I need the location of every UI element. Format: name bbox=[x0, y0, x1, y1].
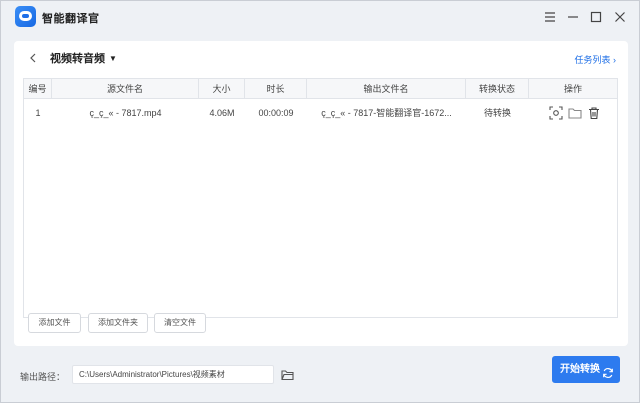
col-header-status: 转换状态 bbox=[466, 79, 529, 99]
back-icon[interactable] bbox=[26, 49, 40, 67]
main-panel: 视频转音频 ▼ 任务列表 › 编号 源文件名 大小 时长 输出文件名 转换状态 操… bbox=[14, 41, 628, 346]
col-header-actions: 操作 bbox=[563, 84, 582, 94]
col-header-size: 大小 bbox=[199, 79, 245, 99]
delete-icon[interactable] bbox=[587, 106, 601, 120]
mode-dropdown-label: 视频转音频 bbox=[50, 53, 105, 65]
file-table: 编号 源文件名 大小 时长 输出文件名 转换状态 操作 1 ç_ç_« - 78… bbox=[23, 78, 618, 318]
app-window: 智能翻译官 视频转音频 ▼ 任务列表 › 编号 源文件名 大小 时长 输出文件名… bbox=[0, 0, 640, 403]
row-output-filename: ç_ç_« - 7817-智能翻译官-1672... bbox=[321, 108, 452, 118]
col-header-output: 输出文件名 bbox=[307, 79, 466, 99]
title-bar: 智能翻译官 bbox=[1, 1, 639, 33]
row-duration: 00:00:09 bbox=[258, 108, 294, 118]
output-path-field[interactable]: C:\Users\Administrator\Pictures\视频素材 bbox=[72, 365, 274, 384]
maximize-icon[interactable] bbox=[587, 8, 605, 26]
refresh-icon bbox=[602, 363, 614, 379]
row-size: 4.06M bbox=[209, 108, 235, 118]
close-icon[interactable] bbox=[611, 8, 629, 26]
open-folder-icon[interactable] bbox=[568, 106, 582, 120]
table-row[interactable]: 1 ç_ç_« - 7817.mp4 4.06M 00:00:09 ç_ç_« … bbox=[24, 100, 617, 126]
col-header-index: 编号 bbox=[24, 79, 52, 99]
row-source-filename: ç_ç_« - 7817.mp4 bbox=[89, 108, 162, 118]
col-header-source: 源文件名 bbox=[52, 79, 199, 99]
preview-icon[interactable] bbox=[549, 106, 563, 120]
add-file-button[interactable]: 添加文件 bbox=[28, 313, 81, 333]
menu-icon[interactable] bbox=[541, 8, 559, 26]
add-folder-button[interactable]: 添加文件夹 bbox=[88, 313, 148, 333]
browse-folder-icon[interactable] bbox=[281, 368, 294, 381]
row-actions bbox=[542, 100, 612, 126]
col-header-duration: 时长 bbox=[245, 79, 307, 99]
app-logo bbox=[15, 6, 36, 27]
app-title: 智能翻译官 bbox=[42, 13, 100, 25]
clear-files-button[interactable]: 清空文件 bbox=[154, 313, 206, 333]
start-convert-button[interactable]: 开始转换 bbox=[552, 356, 620, 383]
row-status: 待转换 bbox=[483, 108, 511, 118]
row-index: 1 bbox=[35, 108, 41, 118]
mode-dropdown[interactable]: 视频转音频 ▼ bbox=[50, 50, 117, 66]
start-convert-label: 开始转换 bbox=[560, 364, 600, 375]
task-list-link[interactable]: 任务列表 › bbox=[575, 53, 617, 66]
caret-down-icon: ▼ bbox=[109, 54, 117, 63]
output-path-label: 输出路径： bbox=[20, 372, 66, 382]
table-header: 编号 源文件名 大小 时长 输出文件名 转换状态 操作 bbox=[24, 79, 617, 99]
minimize-icon[interactable] bbox=[564, 8, 582, 26]
